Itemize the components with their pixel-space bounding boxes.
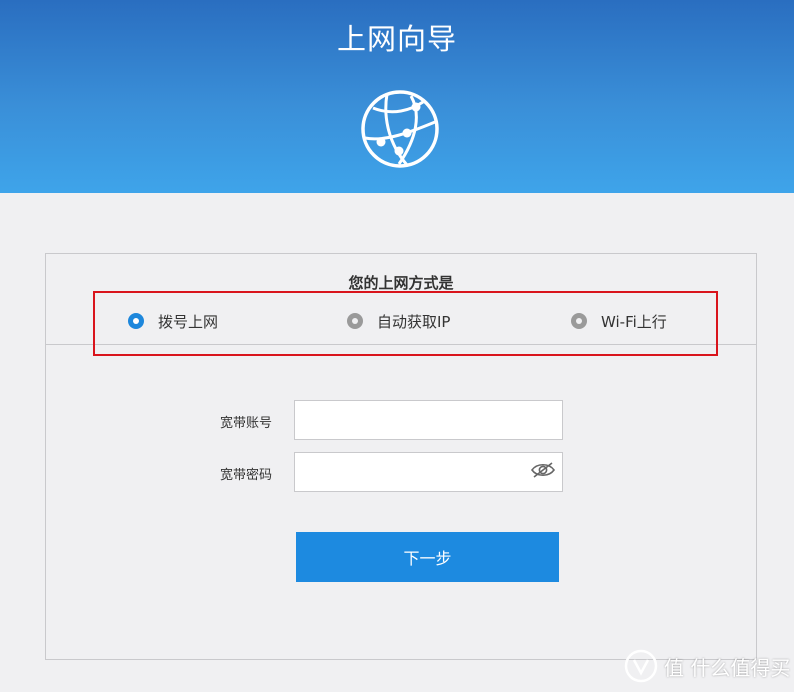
page-title: 上网向导 [336,22,457,56]
password-label: 宽带密码 [219,468,272,483]
next-step-button[interactable]: 下一步 [296,532,559,582]
wizard-panel: 您的上网方式是 拨号上网 自动获取IP Wi-Fi上行 宽带账号 宽带密码 下一… [45,253,757,660]
connection-type-question: 您的上网方式是 [348,274,454,292]
watermark-logo-icon [624,649,658,683]
watermark: 值 什么值得买 [624,648,790,684]
annotation-highlight-box [93,291,718,356]
watermark-text: 值 什么值得买 [664,655,791,680]
wizard-header: 上网向导 [0,0,794,193]
account-label: 宽带账号 [219,416,272,431]
hide-password-icon[interactable] [530,460,556,480]
account-input[interactable] [294,400,563,440]
password-input[interactable] [294,452,563,492]
globe-icon [361,90,439,168]
